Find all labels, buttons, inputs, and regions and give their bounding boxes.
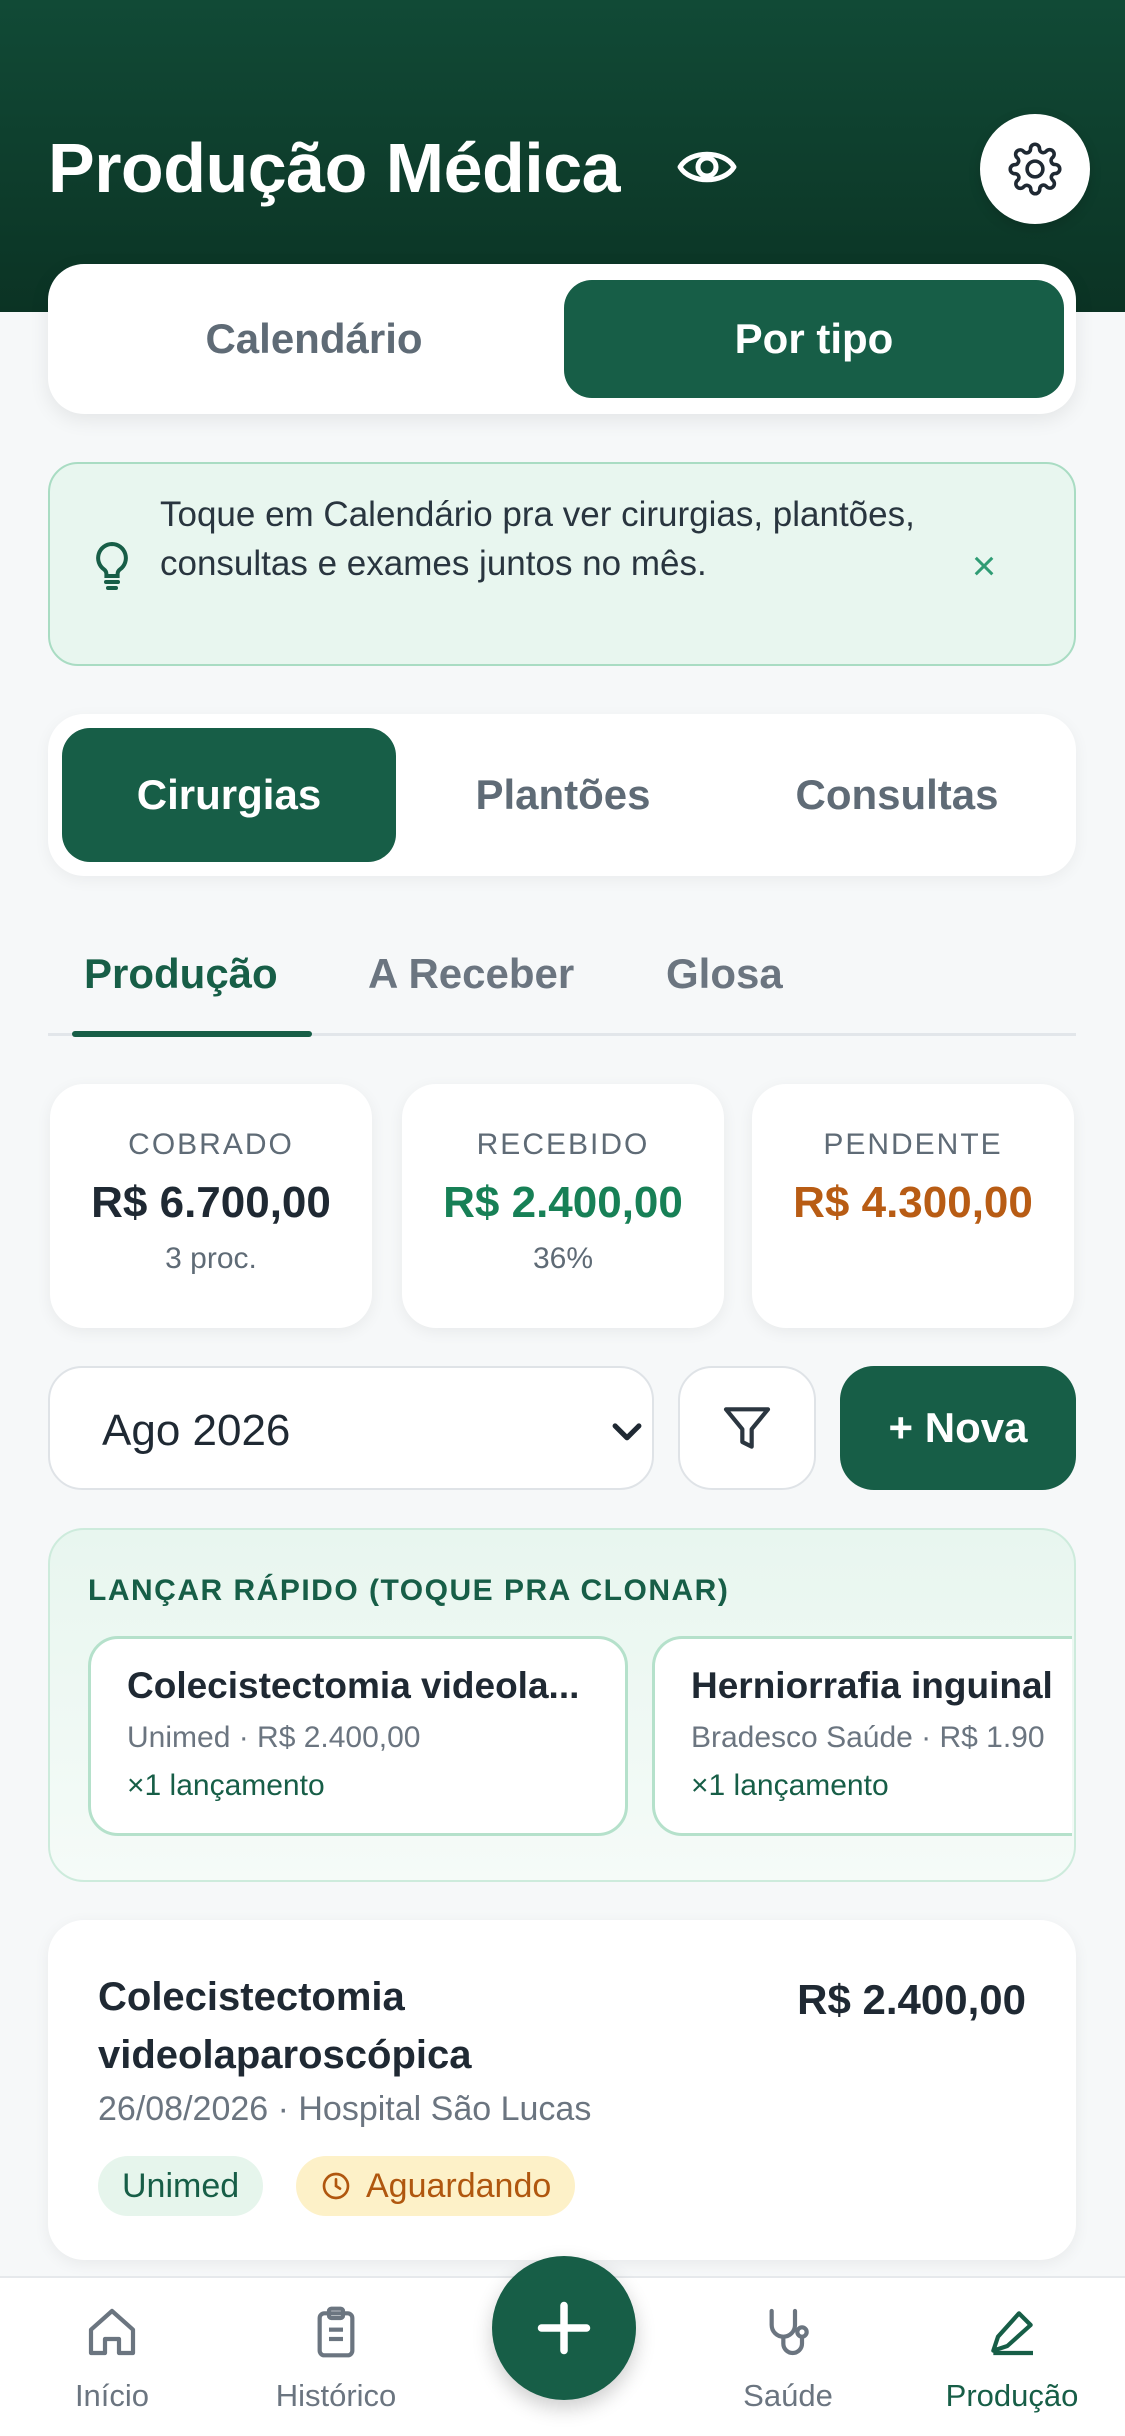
close-icon[interactable]: × [952,534,1016,598]
tab-plantoes[interactable]: Plantões [396,728,730,862]
procedure-details: 26/08/2026 · Hospital São Lucas [98,2090,592,2128]
stat-card-cobrado: COBRADO R$ 6.700,00 3 proc. [50,1084,372,1328]
by-type-tab[interactable]: Por tipo [564,280,1064,398]
stat-label: COBRADO [128,1128,294,1161]
stat-sub: 36% [532,1242,594,1275]
procedure-card[interactable]: Colecistectomia videolaparoscópica R$ 2.… [48,1920,1076,2260]
month-select[interactable]: Ago 2026 [48,1366,654,1490]
stat-card-pendente: PENDENTE R$ 4.300,00 [752,1084,1074,1328]
quick-launch-panel: LANÇAR RÁPIDO (TOQUE PRA CLONAR) Colecis… [48,1528,1076,1882]
active-tab-indicator [72,1031,312,1037]
tab-label: Saúde [743,2378,833,2413]
settings-button[interactable] [980,114,1090,224]
insurer-badge: Unimed [98,2156,264,2216]
procedure-name: Colecistectomia videolaparoscópica [98,1975,472,2077]
quick-card-meta: Bradesco Saúde · R$ 1.90 [691,1721,1045,1754]
filter-button[interactable] [678,1366,816,1490]
tip-banner: Toque em Calendário pra ver cirurgias, p… [48,462,1076,666]
tab-label: Início [74,2378,150,2413]
tab-label: Histórico [275,2378,397,2413]
stat-card-recebido: RECEBIDO R$ 2.400,00 36% [402,1084,724,1328]
clipboard-icon [317,2306,355,2358]
tab-label: Produção [945,2378,1079,2413]
gear-icon [1008,142,1062,196]
tip-text: Toque em Calendário pra ver cirurgias, p… [160,495,915,583]
page-title: Produção Médica [48,129,621,207]
stat-label: RECEBIDO [476,1128,650,1161]
add-button[interactable] [492,2256,636,2400]
calendar-tab[interactable]: Calendário [64,280,564,398]
status-badge: Aguardando [296,2156,576,2216]
tab-producao-nav[interactable]: Produção [912,2278,1112,2436]
month-value: Ago 2026 [102,1406,291,1455]
tab-consultas[interactable]: Consultas [730,728,1064,862]
stat-value: R$ 2.400,00 [443,1178,683,1227]
view-toggle: Calendário Por tipo [48,264,1076,414]
stat-value: R$ 6.700,00 [91,1178,331,1227]
lightbulb-icon [96,541,128,590]
eye-icon[interactable] [676,136,738,198]
insurer-label: Unimed [122,2166,240,2205]
tab-glosa[interactable]: Glosa [666,950,783,998]
quick-launch-card[interactable]: Herniorrafia inguinal Bradesco Saúde · R… [652,1636,1072,1836]
plus-icon [537,2301,591,2355]
stat-sub: 3 proc. [165,1242,257,1275]
stat-label: PENDENTE [823,1128,1003,1161]
home-icon [88,2308,136,2356]
quick-card-meta: Unimed · R$ 2.400,00 [127,1721,421,1754]
new-entry-button[interactable]: + Nova [840,1366,1076,1490]
stat-value: R$ 4.300,00 [793,1178,1033,1227]
quick-launch-title: LANÇAR RÁPIDO (TOQUE PRA CLONAR) [88,1574,730,1607]
tab-cirurgias[interactable]: Cirurgias [62,728,396,862]
tab-historico[interactable]: Histórico [236,2278,436,2436]
status-label: Aguardando [366,2166,552,2205]
category-tabs: Cirurgias Plantões Consultas [48,714,1076,876]
filter-icon [723,1407,771,1449]
quick-card-count: ×1 lançamento [127,1769,325,1802]
chevron-down-icon [612,1423,642,1441]
quick-card-name: Colecistectomia videola... [127,1665,580,1706]
quick-card-count: ×1 lançamento [691,1769,889,1802]
pen-icon [991,2311,1033,2356]
tab-a-receber[interactable]: A Receber [368,950,574,998]
tab-producao[interactable]: Produção [84,950,278,998]
sub-tabs: Produção A Receber Glosa [48,940,1076,1037]
procedure-value: R$ 2.400,00 [797,1976,1026,2023]
quick-launch-card[interactable]: Colecistectomia videola... Unimed · R$ 2… [88,1636,628,1836]
quick-card-name: Herniorrafia inguinal [691,1665,1053,1706]
tab-inicio[interactable]: Início [12,2278,212,2436]
tab-saude[interactable]: Saúde [688,2278,888,2436]
stethoscope-icon [769,2308,809,2356]
clock-icon [322,2172,350,2200]
